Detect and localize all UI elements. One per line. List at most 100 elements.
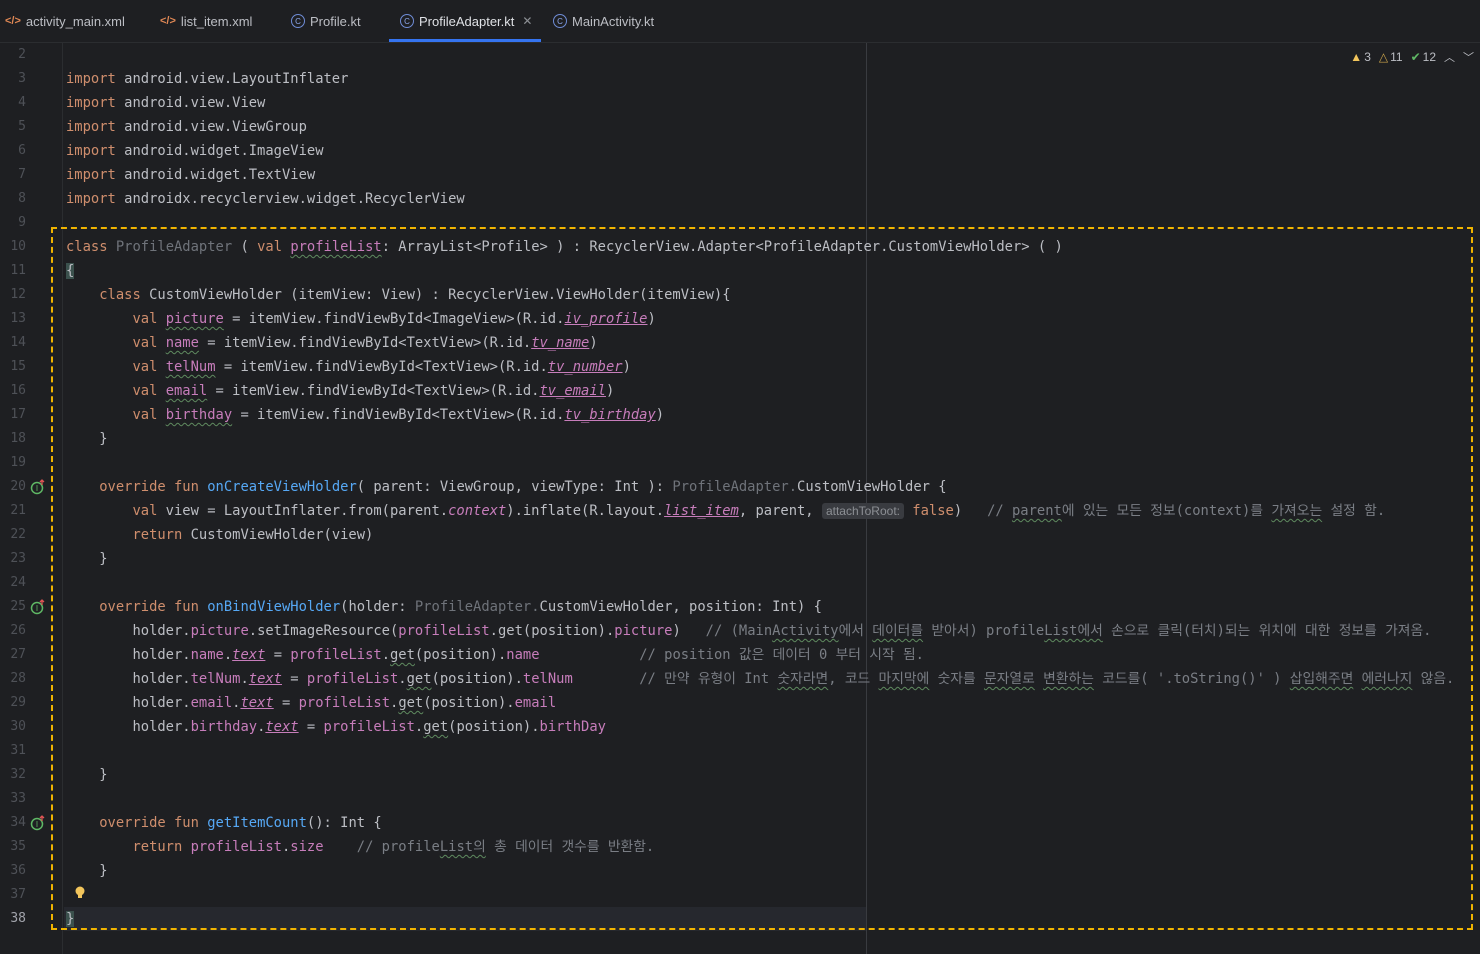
implements-method-icon[interactable]: I	[30, 479, 46, 495]
line-number: 15	[10, 359, 26, 374]
code-line: import android.widget.ImageView	[66, 143, 324, 159]
svg-text:I: I	[36, 484, 38, 493]
line-number: 19	[10, 455, 26, 470]
code-line: class ProfileAdapter ( val profileList: …	[66, 239, 1063, 255]
active-tab-indicator	[389, 39, 541, 42]
line-number: 5	[18, 119, 26, 134]
line-number: 4	[18, 95, 26, 110]
warnings-count[interactable]: ▲ 3	[1350, 50, 1371, 64]
code-line: val email = itemView.findViewById<TextVi…	[132, 383, 615, 399]
line-number: 2	[18, 47, 26, 62]
line-number: 36	[10, 863, 26, 878]
svg-text:I: I	[36, 604, 38, 613]
line-number: 12	[10, 287, 26, 302]
line-number: 20	[10, 479, 26, 494]
line-number: 22	[10, 527, 26, 542]
implements-method-icon[interactable]: I	[30, 815, 46, 831]
editor-tab-bar: </> activity_main.xml </> list_item.xml …	[0, 0, 1480, 43]
code-line: }	[66, 863, 108, 879]
line-number: 23	[10, 551, 26, 566]
code-line: val birthday = itemView.findViewById<Tex…	[132, 407, 665, 423]
tab-label: Profile.kt	[310, 13, 361, 29]
tab-mainactivity-kt[interactable]: C MainActivity.kt	[553, 0, 654, 42]
chevron-up-icon[interactable]: ︿	[1444, 49, 1455, 65]
code-line: holder.name.text = profileList.get(posit…	[66, 647, 924, 663]
line-number: 16	[10, 383, 26, 398]
tab-profileadapter-kt[interactable]: C ProfileAdapter.kt ✕	[389, 0, 541, 42]
line-number: 7	[18, 167, 26, 182]
code-line: import androidx.recyclerview.widget.Recy…	[66, 191, 465, 207]
svg-text:I: I	[36, 820, 38, 829]
line-number: 37	[10, 887, 26, 902]
line-number: 3	[18, 71, 26, 86]
tab-label: activity_main.xml	[25, 13, 125, 29]
weak-warnings-count[interactable]: △ 11	[1379, 50, 1403, 64]
tab-label: ProfileAdapter.kt	[419, 13, 515, 29]
code-line: }	[66, 911, 75, 927]
code-line: }	[66, 431, 108, 447]
line-number: 26	[10, 623, 26, 638]
line-number: 14	[10, 335, 26, 350]
line-number: 9	[18, 215, 26, 230]
code-line: override fun onCreateViewHolder( parent:…	[99, 479, 947, 495]
line-number: 33	[10, 791, 26, 806]
code-line: val view = LayoutInflater.from(parent.co…	[132, 503, 1386, 519]
line-number: 30	[10, 719, 26, 734]
line-number: 10	[10, 239, 26, 254]
code-line: return CustomViewHolder(view)	[132, 527, 374, 543]
line-number: 24	[10, 575, 26, 590]
line-number: 25	[10, 599, 26, 614]
lightbulb-intention-icon[interactable]	[73, 885, 87, 901]
tab-label: MainActivity.kt	[572, 13, 655, 29]
close-tab-icon[interactable]: ✕	[522, 14, 532, 28]
kotlin-class-icon: C	[291, 14, 305, 28]
weak-warning-icon: △	[1378, 50, 1389, 64]
code-line: class CustomViewHolder (itemView: View) …	[99, 287, 731, 303]
code-line: override fun getItemCount(): Int {	[99, 815, 382, 831]
code-line: holder.telNum.text = profileList.get(pos…	[66, 671, 1455, 687]
line-number: 8	[18, 191, 26, 206]
line-number: 13	[10, 311, 26, 326]
line-number: 29	[10, 695, 26, 710]
line-number: 32	[10, 767, 26, 782]
code-line: return profileList.size // profileList의 …	[132, 839, 655, 855]
line-number: 11	[10, 263, 26, 278]
code-line: import android.view.ViewGroup	[66, 119, 307, 135]
tab-profile-kt[interactable]: C Profile.kt	[291, 0, 361, 42]
code-line: holder.picture.setImageResource(profileL…	[66, 623, 1432, 639]
chevron-down-icon[interactable]: ﹀	[1463, 49, 1474, 65]
xml-file-icon: </>	[160, 15, 176, 27]
parameter-hint: attachToRoot:	[821, 503, 904, 519]
code-line: val name = itemView.findViewById<TextVie…	[132, 335, 598, 351]
check-icon: ✔	[1410, 50, 1421, 64]
warning-icon: ▲	[1350, 50, 1363, 64]
tab-list-item-xml[interactable]: </> list_item.xml	[160, 0, 252, 42]
code-line: }	[66, 551, 108, 567]
code-line: override fun onBindViewHolder(holder: Pr…	[99, 599, 822, 615]
typos-count[interactable]: ✔ 12	[1411, 50, 1436, 64]
inspections-widget[interactable]: ▲ 3 △ 11 ✔ 12 ︿ ﹀	[1350, 49, 1474, 65]
code-line: val telNum = itemView.findViewById<TextV…	[132, 359, 631, 375]
line-number: 31	[10, 743, 26, 758]
code-editor[interactable]: ▲ 3 △ 11 ✔ 12 ︿ ﹀ 2 3 4 5 6 7 8 9 10 11 …	[0, 43, 1480, 954]
tab-label: list_item.xml	[180, 13, 253, 29]
tab-activity-main-xml[interactable]: </> activity_main.xml	[5, 0, 125, 42]
current-line-highlight	[64, 907, 866, 931]
line-number: 21	[10, 503, 26, 518]
implements-method-icon[interactable]: I	[30, 599, 46, 615]
kotlin-class-icon: C	[400, 14, 414, 28]
code-line: import android.view.View	[66, 95, 266, 111]
line-number: 17	[10, 407, 26, 422]
code-line: {	[66, 263, 75, 279]
code-line: val picture = itemView.findViewById<Imag…	[132, 311, 656, 327]
gutter-divider	[62, 43, 63, 954]
xml-file-icon: </>	[5, 15, 21, 27]
code-line: import android.view.LayoutInflater	[66, 71, 349, 87]
kotlin-class-icon: C	[553, 14, 567, 28]
line-number: 27	[10, 647, 26, 662]
code-line: import android.widget.TextView	[66, 167, 316, 183]
line-number-current: 38	[10, 911, 26, 926]
line-number: 35	[10, 839, 26, 854]
code-line: holder.email.text = profileList.get(posi…	[66, 695, 557, 711]
line-number: 28	[10, 671, 26, 686]
